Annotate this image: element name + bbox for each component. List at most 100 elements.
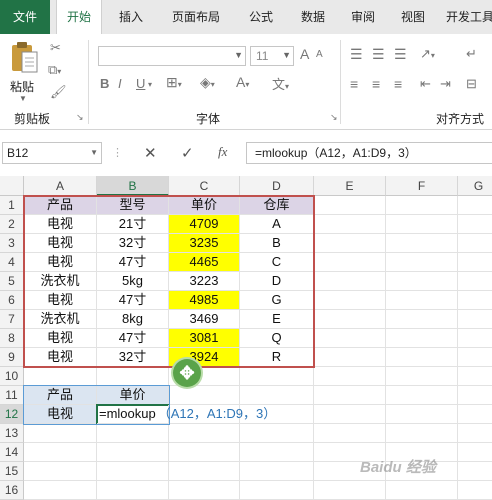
grid-cell[interactable] [314,405,386,424]
row-header-2[interactable]: 2 [0,215,24,234]
dialog-launcher-icon[interactable]: ↘ [76,112,84,123]
row-header-12[interactable]: 12 [0,405,24,424]
grid-cell[interactable] [24,424,97,443]
bold-icon[interactable]: B [100,76,109,91]
cell-d4[interactable]: C [240,253,314,272]
borders-icon[interactable]: ⊞▾ [166,74,182,91]
cell-c8[interactable]: 3081 [169,329,240,348]
grid-cell[interactable] [169,462,240,481]
merge-center-icon[interactable]: ⊟ [466,76,477,92]
grid-cell[interactable] [314,329,386,348]
row-header-13[interactable]: 13 [0,424,24,443]
cell-a6[interactable]: 电视 [24,291,97,310]
cell-c7[interactable]: 3469 [169,310,240,329]
grid-cell[interactable] [314,291,386,310]
align-bottom-icon[interactable]: ☰ [394,46,407,63]
increase-indent-icon[interactable]: ⇥ [440,76,451,92]
cancel-entry-icon[interactable]: ✕ [144,144,157,162]
tab-data[interactable]: 数据 [290,0,336,34]
grid-cell[interactable] [314,272,386,291]
cell-b2[interactable]: 21寸 [97,215,169,234]
align-left-icon[interactable]: ≡ [350,76,358,92]
cut-icon[interactable]: ✂ [50,40,61,56]
cell-a1[interactable]: 产品 [24,196,97,215]
grid-cell[interactable] [458,405,492,424]
grid-cell[interactable] [458,272,492,291]
grid-cell[interactable] [240,386,314,405]
italic-icon[interactable]: I [118,76,122,91]
grid-cell[interactable] [386,291,458,310]
wrap-text-icon[interactable]: ↵ [466,46,477,62]
grid-cell[interactable] [458,291,492,310]
row-header-5[interactable]: 5 [0,272,24,291]
column-header-g[interactable]: G [458,176,492,196]
underline-dropdown-icon[interactable]: ▾ [148,80,152,89]
cell-b5[interactable]: 5kg [97,272,169,291]
grid-cell[interactable] [458,253,492,272]
row-header-10[interactable]: 10 [0,367,24,386]
column-header-d[interactable]: D [240,176,314,196]
cell-c4[interactable]: 4465 [169,253,240,272]
row-header-9[interactable]: 9 [0,348,24,367]
underline-icon[interactable]: U [136,76,145,91]
grid-cell[interactable] [386,348,458,367]
align-right-icon[interactable]: ≡ [394,76,402,92]
cell-a9[interactable]: 电视 [24,348,97,367]
orientation-icon[interactable]: ↗▾ [420,46,435,62]
cell-a4[interactable]: 电视 [24,253,97,272]
grid-cell[interactable] [97,481,169,500]
grid-cell[interactable] [97,443,169,462]
cell-a5[interactable]: 洗衣机 [24,272,97,291]
tab-insert[interactable]: 插入 [108,0,154,34]
cell-b9[interactable]: 32寸 [97,348,169,367]
cell-d5[interactable]: D [240,272,314,291]
grid-cell[interactable] [24,462,97,481]
row-header-8[interactable]: 8 [0,329,24,348]
column-header-a[interactable]: A [24,176,97,196]
tab-formulas[interactable]: 公式 [238,0,284,34]
grid-cell[interactable] [314,310,386,329]
row-header-15[interactable]: 15 [0,462,24,481]
worksheet-grid[interactable]: ABCDEFG 1234567891011121314151617 产品型号单价… [0,176,492,500]
grid-cell[interactable] [458,329,492,348]
cell-d6[interactable]: G [240,291,314,310]
grid-cell[interactable] [314,386,386,405]
align-center-icon[interactable]: ≡ [372,76,380,92]
grid-cell[interactable] [240,481,314,500]
grid-cell[interactable] [386,234,458,253]
cell-b11[interactable]: 单价 [97,386,169,405]
align-top-icon[interactable]: ☰ [350,46,363,63]
cell-b3[interactable]: 32寸 [97,234,169,253]
grid-cell[interactable] [240,367,314,386]
grid-cell[interactable] [314,196,386,215]
grid-cell[interactable] [169,481,240,500]
cell-d8[interactable]: Q [240,329,314,348]
grid-cell[interactable] [386,481,458,500]
copy-icon[interactable]: ⧉▾ [48,62,61,78]
grid-cell[interactable] [240,462,314,481]
cell-c3[interactable]: 3235 [169,234,240,253]
grid-cell[interactable] [458,196,492,215]
column-header-e[interactable]: E [314,176,386,196]
row-header-3[interactable]: 3 [0,234,24,253]
font-grow-icon[interactable]: A [300,46,309,62]
cell-d1[interactable]: 仓库 [240,196,314,215]
row-header-7[interactable]: 7 [0,310,24,329]
grid-cell[interactable] [458,443,492,462]
font-size-combo[interactable]: 11 ▼ [250,46,294,66]
grid-cell[interactable] [386,215,458,234]
tab-review[interactable]: 审阅 [340,0,386,34]
cell-a11[interactable]: 产品 [24,386,97,405]
cell-c2[interactable]: 4709 [169,215,240,234]
row-header-6[interactable]: 6 [0,291,24,310]
grid-cell[interactable] [386,196,458,215]
cell-d9[interactable]: R [240,348,314,367]
grid-cell[interactable] [386,329,458,348]
select-all-corner[interactable] [0,176,24,196]
phonetic-guide-icon[interactable]: 文▾ [272,74,289,93]
cell-c6[interactable]: 4985 [169,291,240,310]
grid-cell[interactable] [24,481,97,500]
grid-cell[interactable] [386,367,458,386]
cell-a8[interactable]: 电视 [24,329,97,348]
decrease-indent-icon[interactable]: ⇤ [420,76,431,92]
